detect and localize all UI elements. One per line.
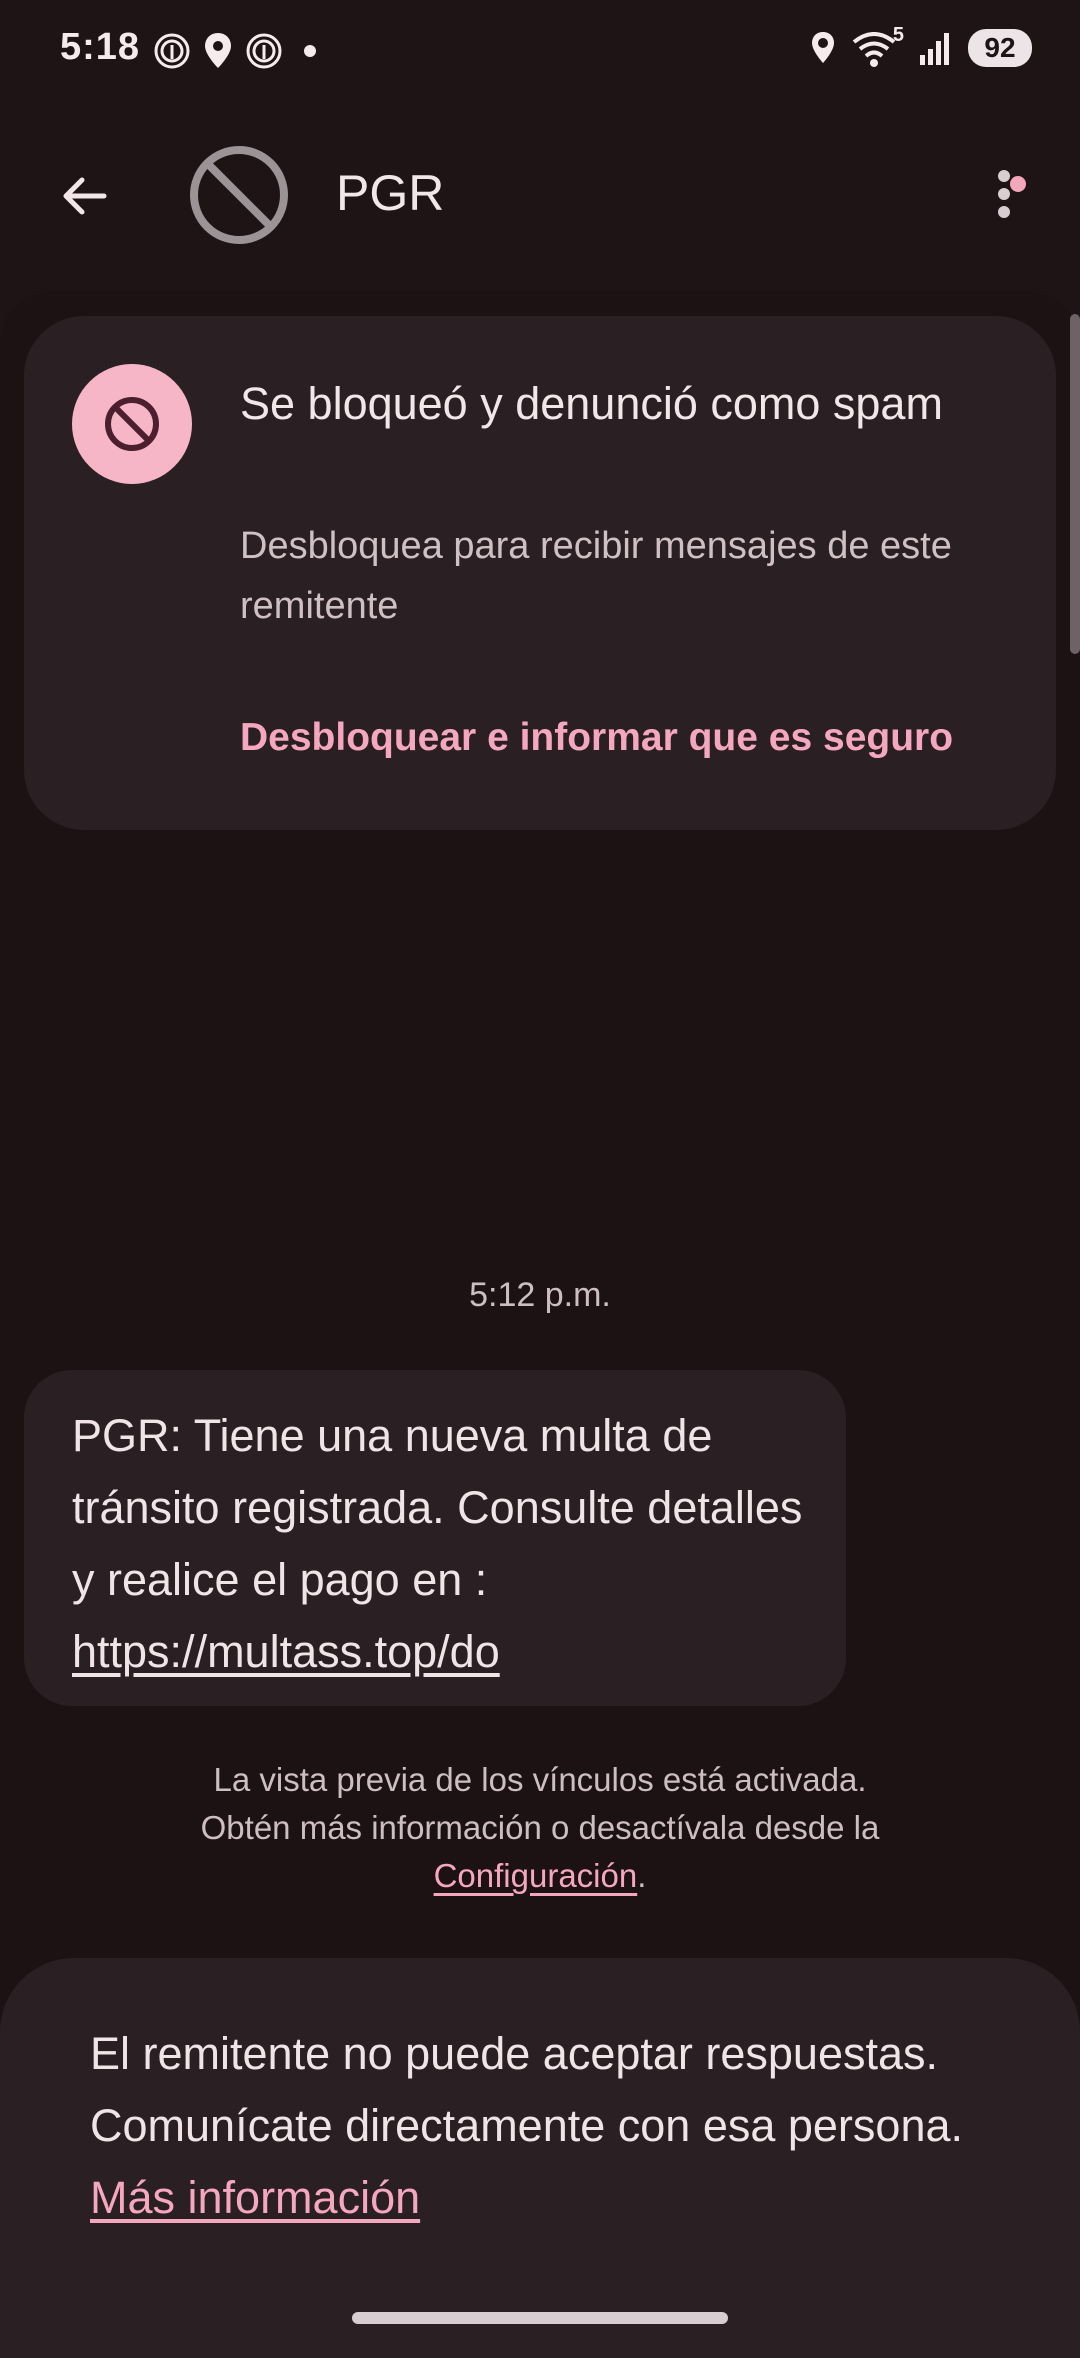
message-body: PGR: Tiene una nueva multa de tránsito r… <box>72 1410 803 1605</box>
more-info-link[interactable]: Más información <box>90 2172 420 2223</box>
wifi-badge: 5 <box>892 24 904 46</box>
message-bubble[interactable]: PGR: Tiene una nueva multa de tránsito r… <box>24 1370 846 1706</box>
wifi-icon <box>852 32 896 67</box>
signal-icon <box>920 33 949 65</box>
message-timestamp: 5:12 p.m. <box>469 1276 611 1314</box>
spam-subtitle: Desbloquea para recibir mensajes de este… <box>240 525 952 627</box>
block-icon <box>190 146 288 244</box>
preview-notice-suffix: . <box>637 1857 647 1894</box>
back-button[interactable] <box>48 160 120 232</box>
location-pin-icon <box>205 33 231 68</box>
preview-notice-line2: Obtén más información o desactívala desd… <box>200 1809 880 1846</box>
status-bar: 5:18 5 92 <box>0 0 1080 100</box>
spam-icon-badge <box>72 364 192 484</box>
conversation-title: PGR <box>336 165 445 221</box>
reply-disabled-message: El remitente no puede aceptar respuestas… <box>90 2028 963 2151</box>
unblock-report-safe-button[interactable]: Desbloquear e informar que es seguro <box>240 716 953 760</box>
scrollbar[interactable] <box>1070 314 1080 654</box>
message-link[interactable]: https://multass.top/do <box>72 1626 500 1677</box>
fingerprint-icon <box>154 33 190 69</box>
preview-notice-line3: Configuración. <box>0 1852 1080 1900</box>
arrow-back-icon <box>63 177 107 215</box>
status-time: 5:18 <box>60 26 141 68</box>
spam-blocked-card: Se bloqueó y denunció como spam Desbloqu… <box>24 316 1056 830</box>
app-bar: PGR <box>0 130 1080 260</box>
preview-notice-line1: La vista previa de los vínculos está act… <box>213 1761 867 1798</box>
more-options-button[interactable] <box>964 154 1044 234</box>
status-system-icons: 5 92 <box>808 24 1032 68</box>
link-preview-notice: La vista previa de los vínculos está act… <box>0 1756 1080 1900</box>
fingerprint-icon <box>246 33 282 69</box>
battery-badge: 92 <box>968 29 1032 67</box>
notification-dot <box>1010 176 1026 192</box>
location-icon <box>812 32 834 63</box>
reply-disabled-panel: El remitente no puede aceptar respuestas… <box>0 1958 1080 2358</box>
reply-disabled-text: El remitente no puede aceptar respuestas… <box>90 2018 1010 2234</box>
status-notification-icons <box>152 30 322 72</box>
settings-link[interactable]: Configuración <box>434 1857 638 1894</box>
wifi-indicator: 5 <box>852 24 904 68</box>
dot-icon <box>304 45 316 57</box>
spam-title: Se bloqueó y denunció como spam <box>240 378 943 429</box>
more-vert-icon <box>998 170 1010 218</box>
contact-avatar[interactable] <box>188 144 290 246</box>
block-icon <box>105 397 159 451</box>
home-indicator[interactable] <box>352 2312 728 2324</box>
message-text: PGR: Tiene una nueva multa de tránsito r… <box>72 1400 812 1688</box>
